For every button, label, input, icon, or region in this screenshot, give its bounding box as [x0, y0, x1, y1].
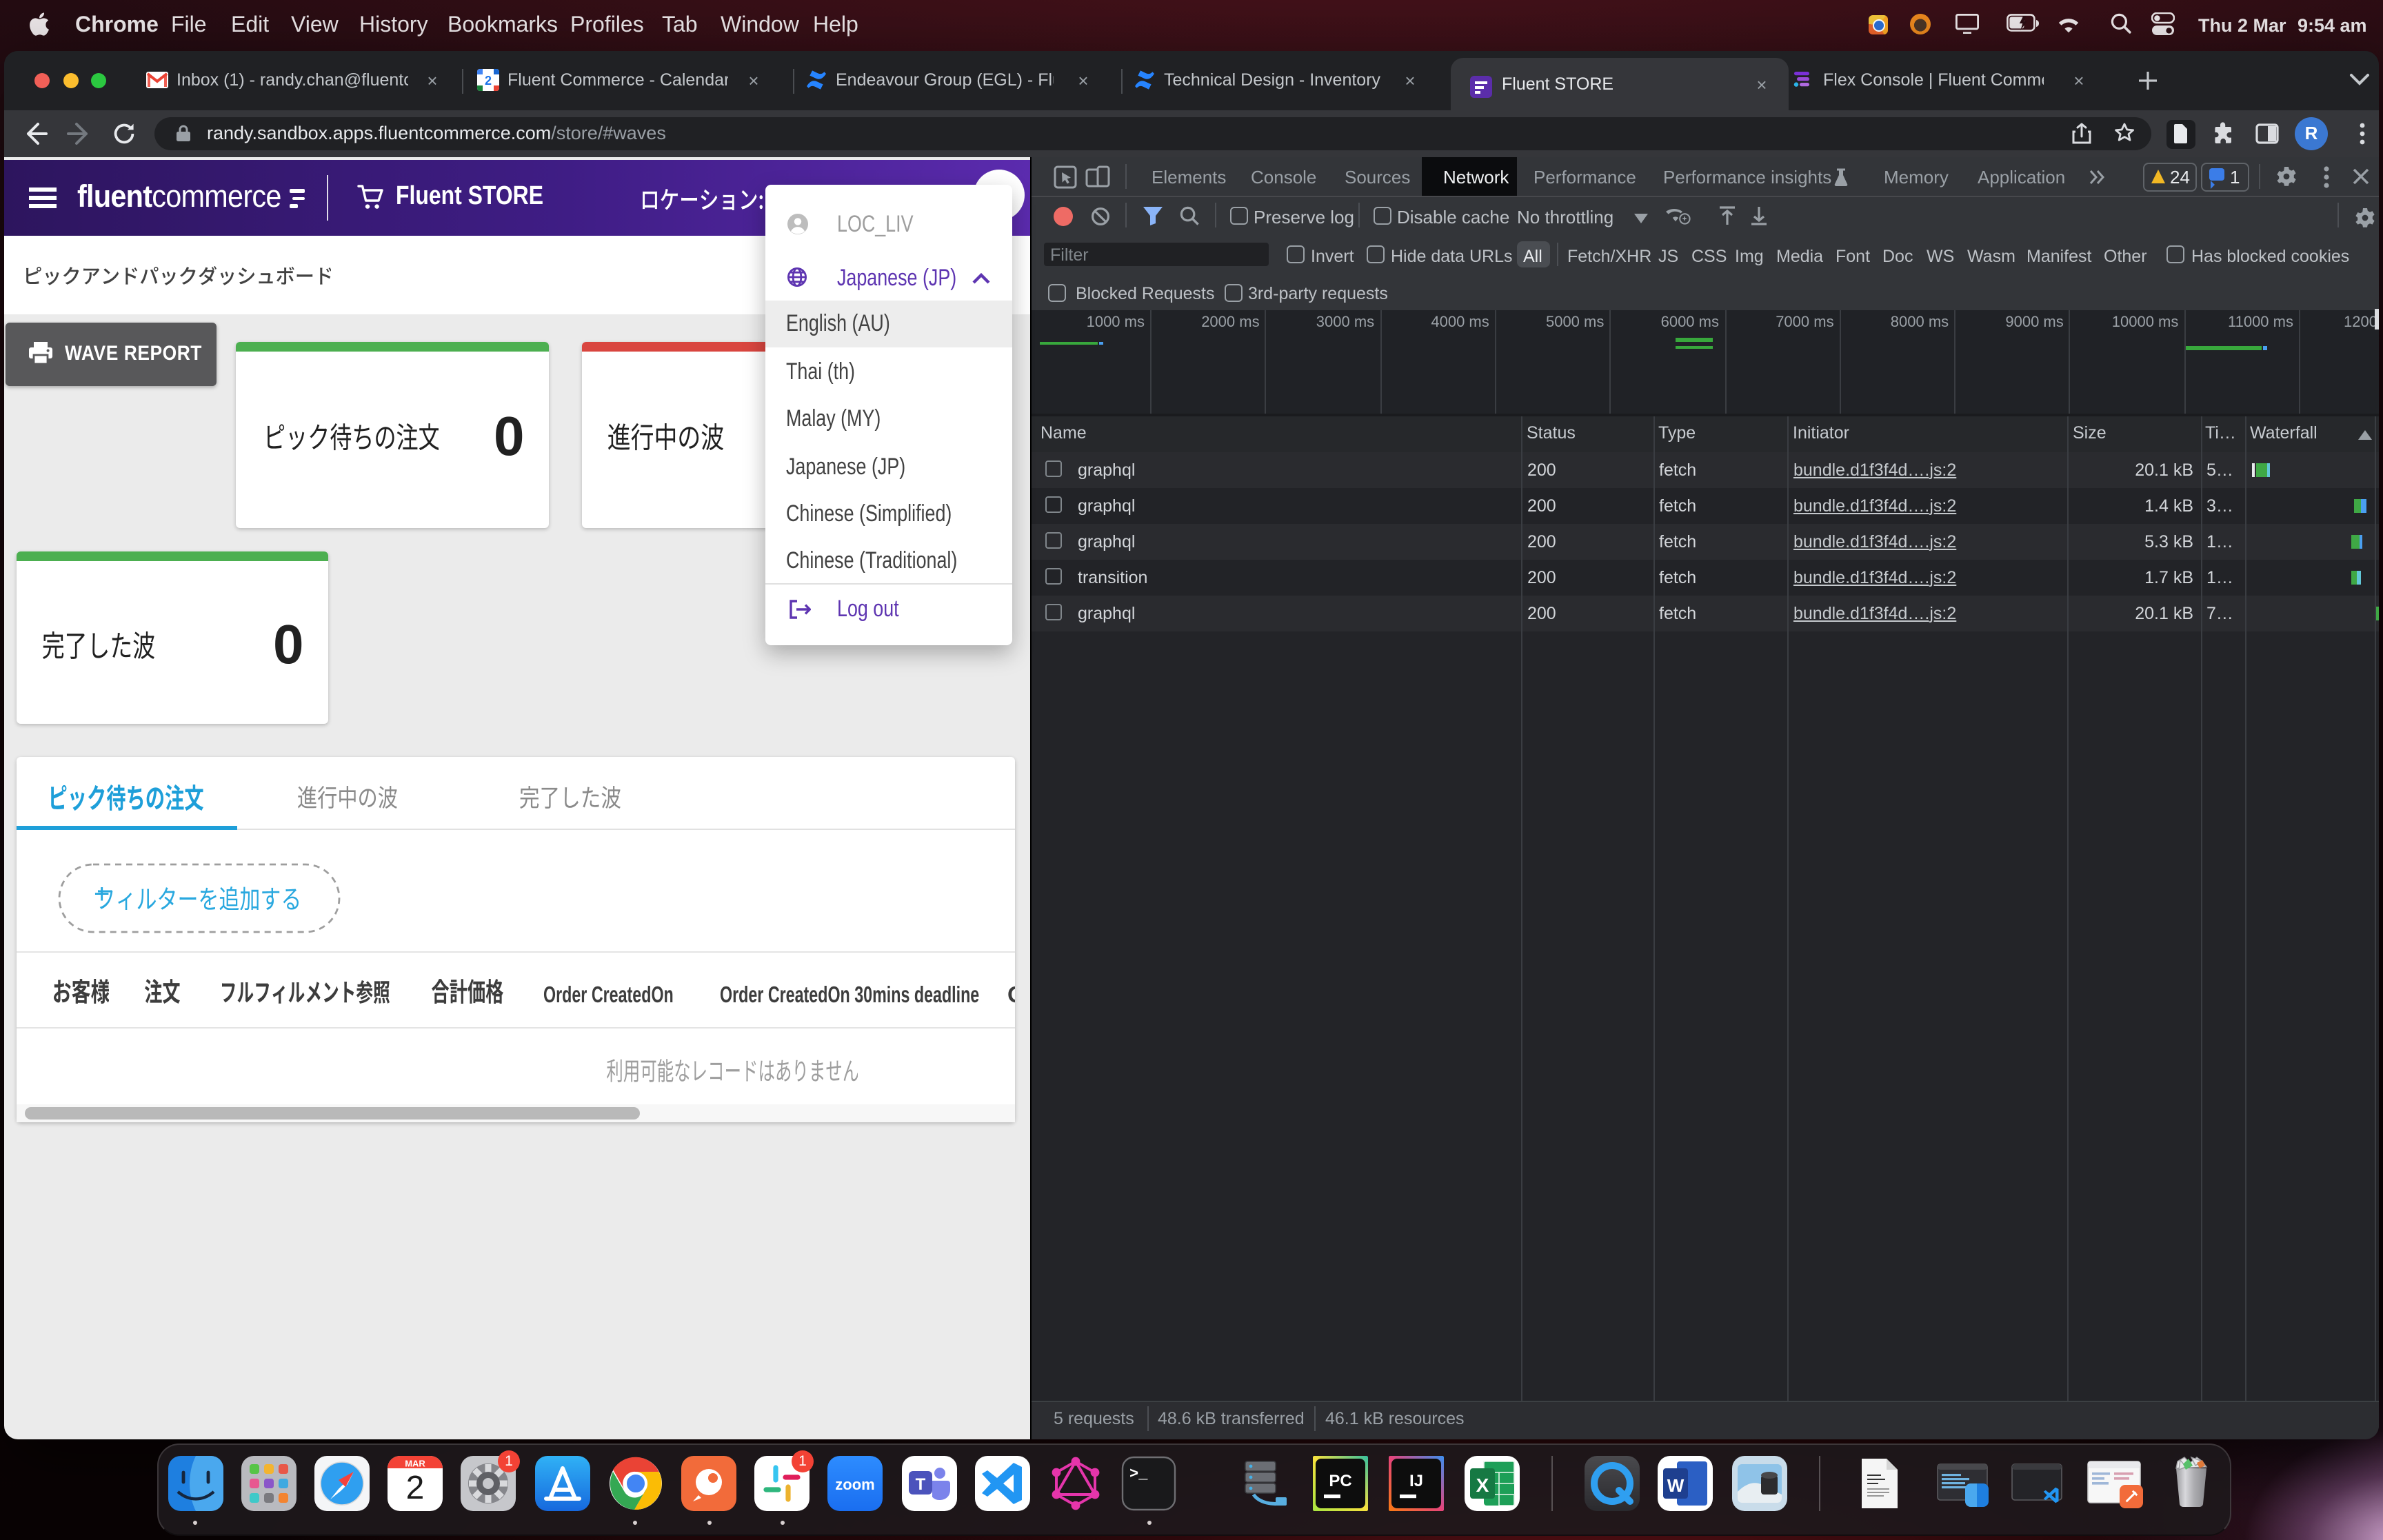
- svg-text:2: 2: [485, 74, 492, 88]
- svg-text:>_: >_: [1129, 1466, 1148, 1483]
- svg-text:zoom: zoom: [835, 1476, 874, 1493]
- svg-text:MAR: MAR: [405, 1459, 425, 1469]
- svg-text:T: T: [915, 1475, 925, 1494]
- svg-text:2: 2: [406, 1470, 425, 1506]
- svg-text:PC: PC: [1329, 1472, 1351, 1490]
- svg-text:IJ: IJ: [1409, 1472, 1423, 1490]
- svg-text:W: W: [1667, 1475, 1685, 1496]
- svg-text:X: X: [1476, 1475, 1489, 1496]
